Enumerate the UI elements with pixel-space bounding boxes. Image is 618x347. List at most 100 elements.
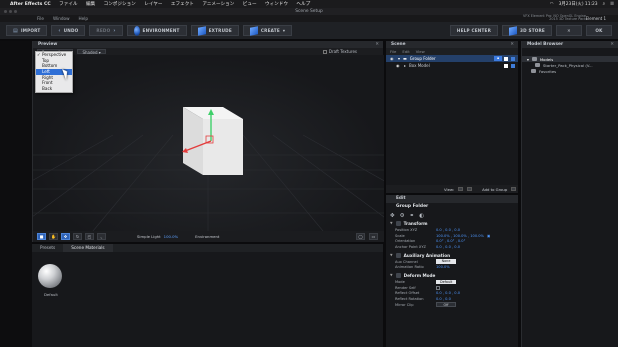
prop-value[interactable]: 100.0% , 100.0% , 100.0% xyxy=(436,234,484,238)
add-to-group-label[interactable]: Add to Group xyxy=(482,187,507,192)
prop-value[interactable]: 0.0° , 0.0° , 0.0° xyxy=(436,239,465,243)
view-swatch-2[interactable] xyxy=(467,187,473,191)
extrude-button[interactable]: EXTRUDE xyxy=(190,25,239,36)
scene-menu-file[interactable]: File xyxy=(390,49,396,54)
prop-value[interactable]: 0.0 , 0.0 xyxy=(436,297,451,301)
prop-value[interactable]: 100.0% xyxy=(436,265,450,269)
pan-tool-button[interactable]: ✋ xyxy=(49,233,58,240)
render-self-checkbox[interactable] xyxy=(436,285,440,290)
visibility-eye-icon[interactable]: ◉ xyxy=(396,63,401,68)
menu-window[interactable]: ウィンドウ xyxy=(265,2,288,7)
rotate-tool-button[interactable]: ↻ xyxy=(73,233,82,240)
visibility-eye-icon[interactable]: ◉ xyxy=(390,56,395,61)
menu-effect[interactable]: エフェクト xyxy=(171,2,194,7)
search-icon[interactable]: ⌕ xyxy=(603,1,605,7)
scene-menu-edit[interactable]: Edit xyxy=(402,49,409,54)
scale-tool-button[interactable]: ◰ xyxy=(85,233,94,240)
scene-row-box-model[interactable]: ◉ ▸ Box Model xyxy=(386,62,518,69)
draft-textures-checkbox[interactable] xyxy=(322,49,327,54)
row-check-1[interactable] xyxy=(504,56,508,61)
help-center-button[interactable]: HELP CENTER xyxy=(449,25,499,36)
draft-textures-toggle[interactable]: Draft Textures xyxy=(322,49,357,54)
redo-button[interactable]: REDO › xyxy=(89,25,123,36)
plugin-menu-help[interactable]: Help xyxy=(79,16,89,21)
transform-label: Transform xyxy=(403,221,428,226)
datetime[interactable]: 3月23日(火) 11:23 xyxy=(559,1,598,7)
row-check-1[interactable] xyxy=(504,63,508,68)
camera-tool-button[interactable]: ■ xyxy=(37,233,46,240)
model-browser-panel: Model Browser ✕ ▾ Models Starter_Pack_Ph… xyxy=(521,41,618,347)
preview-title: Preview xyxy=(38,42,58,47)
cancel-button[interactable]: ✕ xyxy=(556,25,582,36)
palette-icon[interactable]: ◐ xyxy=(419,213,424,219)
panel-close-icon[interactable]: ✕ xyxy=(375,41,379,48)
edit-panel: Edit Group Folder ✥ ⚙ ⚭ ◐ ▼ Transform Pos… xyxy=(386,195,518,347)
tab-scene-materials[interactable]: Scene Materials xyxy=(63,244,113,252)
menu-file[interactable]: ファイル xyxy=(59,2,77,7)
prop-value[interactable]: 0.0 , 0.0 , 0.0 xyxy=(436,245,460,249)
plugin-menu-window[interactable]: Window xyxy=(53,16,70,21)
display-toggle-button[interactable]: ▭ xyxy=(369,233,378,240)
create-button[interactable]: CREATE ▾ xyxy=(242,25,293,36)
import-button[interactable]: ▤ IMPORT xyxy=(6,25,48,36)
deform-icon xyxy=(395,273,401,279)
simple-light-value[interactable]: 100.0% xyxy=(164,234,178,239)
deform-mode-section[interactable]: ▼ Deform Mode xyxy=(386,272,518,279)
scene-close-icon[interactable]: ✕ xyxy=(510,41,514,48)
lock-icon[interactable]: ▣ xyxy=(487,234,490,238)
undo-button[interactable]: ‹ UNDO xyxy=(51,25,86,36)
move-tool-button[interactable]: ✥ xyxy=(61,233,70,240)
tab-presets[interactable]: Presets xyxy=(32,244,63,252)
menu-list-icon[interactable]: ☰ xyxy=(610,2,614,7)
menu-layer[interactable]: レイヤー xyxy=(144,2,162,7)
shading-select[interactable]: Shaded ▾ xyxy=(77,49,106,55)
mode-select[interactable]: Default xyxy=(436,279,457,285)
prop-value[interactable]: 0.0 , 0.0 , 0.0 xyxy=(436,291,460,295)
ok-button[interactable]: OK xyxy=(586,25,612,36)
gear-icon[interactable]: ⚙ xyxy=(400,213,405,219)
camera-option-back[interactable]: Back xyxy=(36,86,72,92)
scene-row-group-folder[interactable]: ◉ ▾ ▬ Group Folder ▪ xyxy=(386,55,518,62)
zoom-window-icon[interactable] xyxy=(14,10,17,13)
add-group-swatch[interactable] xyxy=(511,187,517,191)
menu-view[interactable]: ビュー xyxy=(243,2,257,7)
aux-channel-select[interactable]: None xyxy=(436,259,456,264)
model-row-favorites[interactable]: Favorites xyxy=(522,68,618,74)
3d-store-button[interactable]: 3D STORE xyxy=(502,25,552,36)
environment-label: ENVIRONMENT xyxy=(142,28,180,33)
link-icon[interactable]: ⚭ xyxy=(410,213,415,219)
scene-title: Scene xyxy=(391,42,406,47)
transform-icon xyxy=(395,221,401,226)
move-icon[interactable]: ✥ xyxy=(390,213,395,219)
wifi-icon[interactable]: ◠ xyxy=(550,2,554,7)
plugin-menu-file[interactable]: File xyxy=(37,16,44,21)
3d-viewport[interactable] xyxy=(33,55,384,231)
presets-panel: Presets Scene Materials Default xyxy=(32,244,383,347)
view-swatch[interactable] xyxy=(458,187,464,191)
menu-edit[interactable]: 編集 xyxy=(86,2,95,7)
minimize-window-icon[interactable] xyxy=(9,10,12,13)
scene-menu-view[interactable]: View xyxy=(416,49,425,54)
close-window-icon[interactable] xyxy=(4,10,7,13)
prop-value[interactable]: 0.0 , 0.0 , 0.0 xyxy=(436,228,460,232)
app-name-menu[interactable]: After Effects CC xyxy=(10,2,51,7)
frame-tool-button[interactable]: ⌞ xyxy=(97,233,106,240)
expand-arrow-icon[interactable]: ▾ xyxy=(398,56,400,61)
render-toggle-button[interactable]: ◯ xyxy=(356,233,365,240)
menu-composition[interactable]: コンポジション xyxy=(104,2,136,7)
monitor-icon: ▭ xyxy=(371,234,376,239)
default-material-sphere[interactable] xyxy=(38,264,62,288)
animation-ratio-prop: Animation Ratio 100.0% xyxy=(386,264,518,270)
model-browser-close-icon[interactable]: ✕ xyxy=(610,41,614,48)
mirror-clip-select[interactable]: Off xyxy=(436,302,456,307)
preview-panel-header: Preview ✕ xyxy=(33,41,383,48)
undo-label: UNDO xyxy=(63,28,79,33)
transform-section[interactable]: ▼ Transform xyxy=(386,220,518,227)
row-check-2[interactable] xyxy=(511,56,515,61)
auxiliary-animation-section[interactable]: ▼ Auxiliary Animation xyxy=(386,252,518,259)
rotate-icon: ↻ xyxy=(75,234,80,239)
menu-animation[interactable]: アニメーション xyxy=(202,2,234,7)
environment-button[interactable]: ENVIRONMENT xyxy=(126,25,187,36)
menu-help[interactable]: ヘルプ xyxy=(296,2,310,7)
row-check-2[interactable] xyxy=(511,63,515,68)
